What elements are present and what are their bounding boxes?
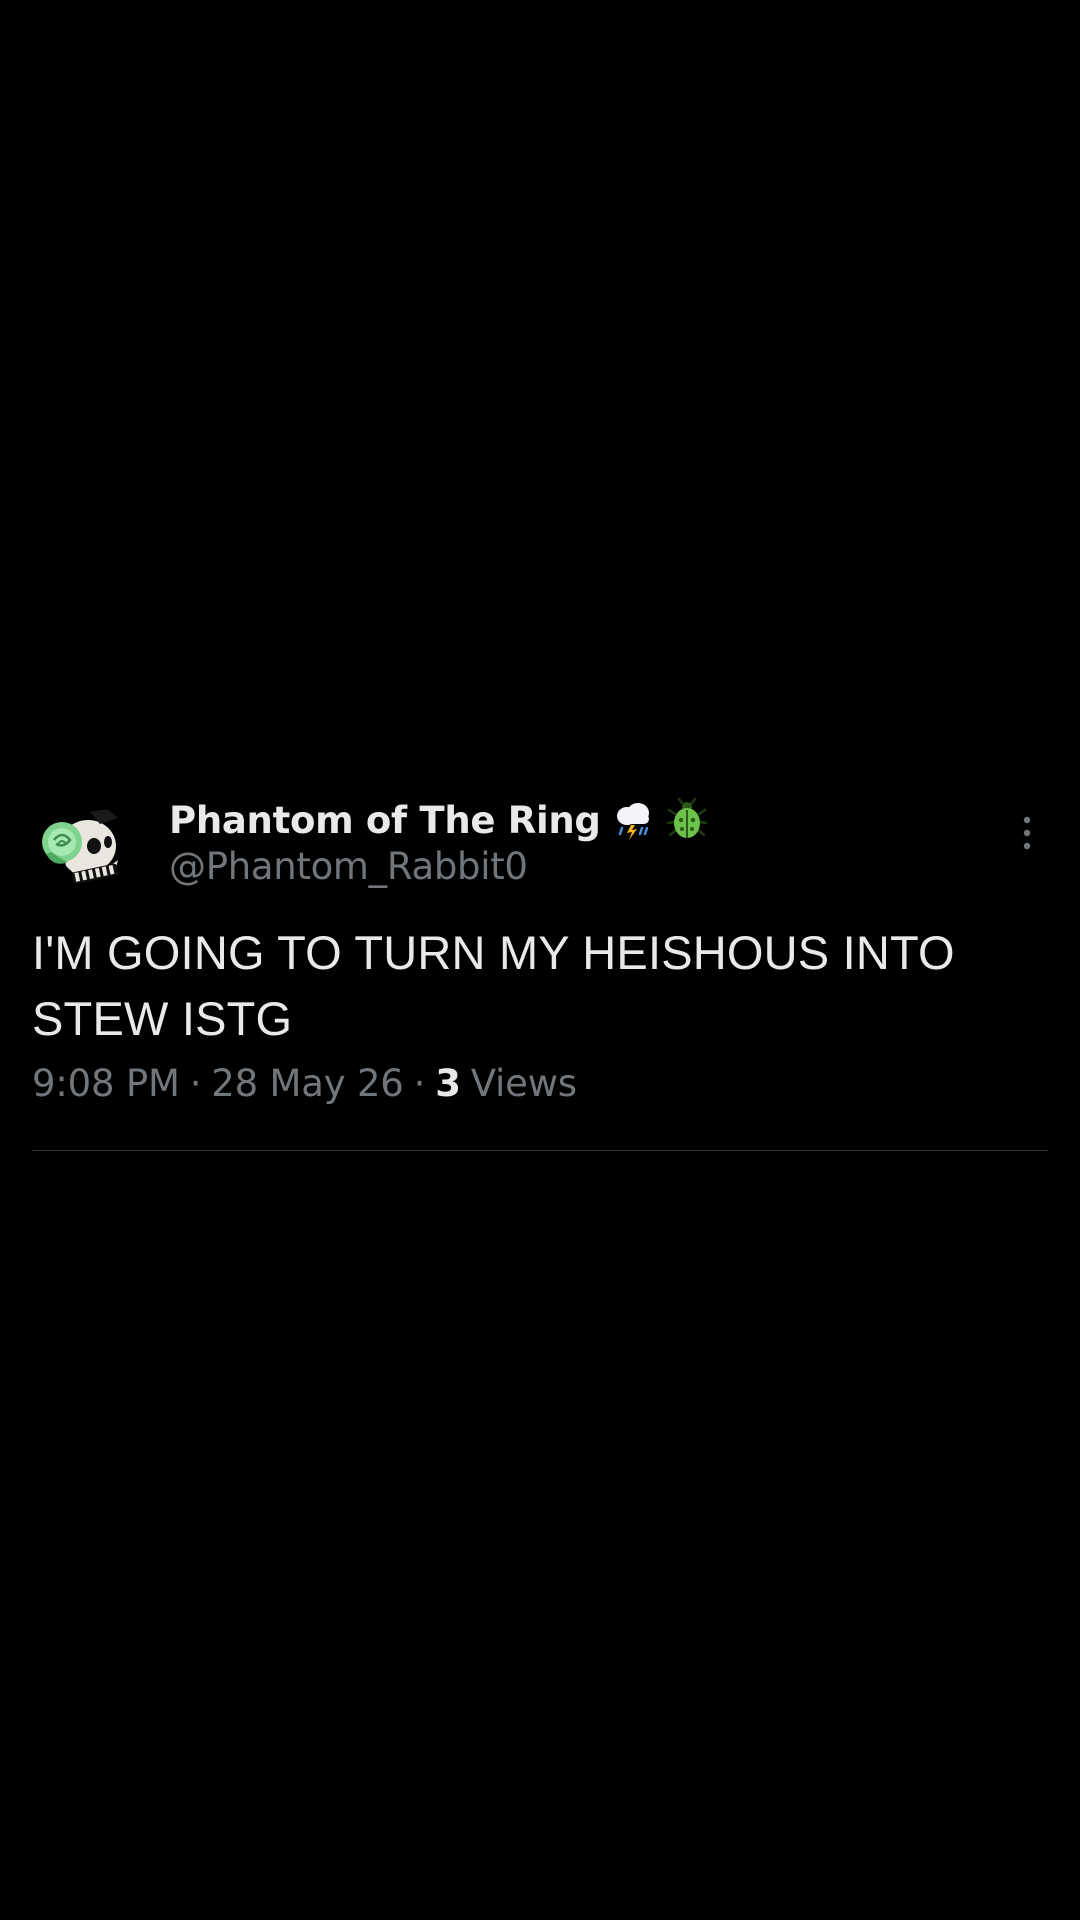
display-name-row[interactable]: Phantom of The Ring [169, 795, 709, 845]
more-vertical-icon [1023, 816, 1031, 850]
tweet-header: Phantom of The Ring @Phantom_Rabbit0 [0, 790, 1080, 900]
beetle-icon [665, 798, 709, 842]
tweet-time[interactable]: 9:08 PM [32, 1062, 180, 1105]
views-label[interactable]: Views [471, 1062, 577, 1105]
tweet-meta: 9:08 PM · 28 May 26 · 3 Views [32, 1062, 577, 1105]
more-options-button[interactable] [1006, 812, 1048, 854]
tweet-date[interactable]: 28 May 26 [211, 1062, 404, 1105]
tweet-detail: Phantom of The Ring @Phantom_Rabbit0 I'M… [0, 790, 1080, 1151]
meta-separator: · [413, 1062, 426, 1105]
divider [32, 1150, 1048, 1151]
tweet-text: I'M GOING TO TURN MY HEISHOUS INTO STEW … [32, 926, 955, 1045]
meta-separator: · [189, 1062, 202, 1105]
display-name[interactable]: Phantom of The Ring [169, 799, 601, 842]
views-count[interactable]: 3 [435, 1062, 461, 1105]
avatar[interactable] [34, 802, 130, 898]
author-names: Phantom of The Ring @Phantom_Rabbit0 [169, 795, 709, 888]
handle[interactable]: @Phantom_Rabbit0 [169, 845, 709, 888]
cloud-with-lightning-and-rain-icon [611, 798, 655, 842]
